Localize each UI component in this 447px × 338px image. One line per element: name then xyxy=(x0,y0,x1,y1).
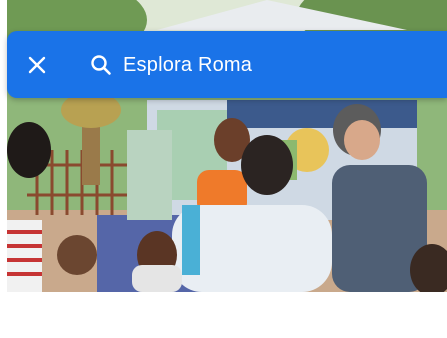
close-button[interactable] xyxy=(25,53,49,77)
search-bar[interactable]: Esplora Roma xyxy=(7,31,447,98)
search-icon xyxy=(89,53,113,77)
close-icon[interactable] xyxy=(27,55,47,75)
search-input[interactable]: Esplora Roma xyxy=(123,51,252,79)
screen: Esplora Roma xyxy=(0,0,447,338)
